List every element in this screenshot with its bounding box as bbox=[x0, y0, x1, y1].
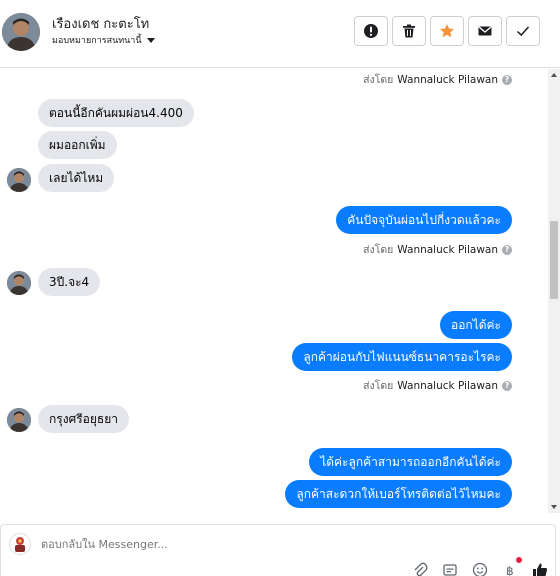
message-incoming: เลยได้ไหม bbox=[38, 164, 115, 192]
reply-input[interactable] bbox=[41, 538, 341, 551]
message-outgoing: ลูกค้าสะดวกให้เบอร์โทรติดต่อไว้ไหมคะ bbox=[285, 480, 512, 508]
conversation-header: เรืองเดช กะตะโท มอบหมายการสนทนานี้ bbox=[0, 0, 560, 68]
message-thread[interactable]: ส่งโดย Wannaluck Pilawan ? ตอนนี้อีกคันผ… bbox=[0, 69, 548, 513]
message-outgoing: ได้ค่ะลูกค้าสามารถออกอีกคันได้ค่ะ bbox=[309, 448, 512, 476]
like-button[interactable] bbox=[531, 561, 549, 576]
saved-reply-button[interactable] bbox=[441, 561, 459, 576]
mail-icon bbox=[478, 26, 492, 36]
notification-dot bbox=[516, 557, 522, 563]
composer-toolbar: ฿ bbox=[411, 557, 549, 576]
message-incoming: 3ปี.จะ4 bbox=[38, 268, 101, 296]
scroll-thumb[interactable] bbox=[550, 221, 558, 299]
message-outgoing: คันปัจจุบันผ่อนไปกี่งวดแล้วคะ bbox=[336, 206, 512, 234]
saved-reply-icon bbox=[443, 564, 457, 576]
mark-spam-button[interactable] bbox=[354, 16, 388, 46]
scroll-down-arrow-icon[interactable] bbox=[551, 505, 557, 509]
star-icon bbox=[440, 24, 454, 38]
payment-button[interactable]: ฿ bbox=[501, 557, 522, 576]
avatar bbox=[7, 408, 31, 432]
info-icon[interactable]: ? bbox=[502, 74, 512, 85]
check-icon bbox=[516, 26, 530, 37]
dollar-tag-icon: ฿ bbox=[506, 564, 514, 576]
message-outgoing: ออกได้ค่ะ bbox=[440, 311, 512, 339]
star-button[interactable] bbox=[430, 16, 464, 46]
like-icon bbox=[533, 563, 548, 576]
attach-icon bbox=[414, 562, 428, 576]
message-outgoing: ลูกค้าผ่อนกับไฟแนนซ์ธนาคารอะไรคะ bbox=[292, 343, 512, 371]
contact-name[interactable]: เรืองเดช กะตะโท bbox=[52, 13, 149, 34]
sent-by-prefix: ส่งโดย bbox=[363, 74, 394, 86]
trash-icon bbox=[403, 24, 415, 38]
info-icon[interactable]: ? bbox=[502, 380, 512, 391]
inbox-conversation: เรืองเดช กะตะโท มอบหมายการสนทนานี้ ส่งโด… bbox=[0, 0, 560, 576]
sent-by-label: ส่งโดย Wannaluck Pilawan ? bbox=[363, 241, 512, 258]
message-incoming: ผมออกเพิ่ม bbox=[38, 131, 117, 159]
avatar[interactable] bbox=[2, 13, 40, 51]
sent-by-label: ส่งโดย Wannaluck Pilawan ? bbox=[363, 377, 512, 394]
mark-done-button[interactable] bbox=[506, 16, 540, 46]
mark-unread-button[interactable] bbox=[468, 16, 502, 46]
svg-text:฿: ฿ bbox=[506, 564, 514, 576]
delete-button[interactable] bbox=[392, 16, 426, 46]
caret-down-icon bbox=[146, 37, 155, 43]
reply-composer: ฿ bbox=[0, 524, 556, 576]
assign-label: มอบหมายการสนทนานี้ bbox=[52, 36, 142, 46]
sent-by-prefix: ส่งโดย bbox=[363, 380, 394, 392]
sent-by-name: Wannaluck Pilawan bbox=[397, 243, 498, 256]
emoji-button[interactable] bbox=[471, 561, 489, 576]
scroll-up-arrow-icon[interactable] bbox=[551, 73, 557, 77]
assign-conversation-dropdown[interactable]: มอบหมายการสนทนานี้ bbox=[52, 33, 155, 47]
avatar bbox=[7, 271, 31, 295]
sent-by-label: ส่งโดย Wannaluck Pilawan ? bbox=[363, 71, 512, 88]
thread-scrollbar[interactable] bbox=[548, 69, 560, 513]
message-incoming: กรุงศรีอยุธยา bbox=[38, 405, 129, 433]
sent-by-name: Wannaluck Pilawan bbox=[397, 73, 498, 86]
sent-by-prefix: ส่งโดย bbox=[363, 244, 394, 256]
conversation-actions bbox=[354, 16, 540, 46]
avatar bbox=[7, 168, 31, 192]
attach-button[interactable] bbox=[411, 561, 429, 576]
info-icon[interactable]: ? bbox=[502, 244, 512, 255]
alert-icon bbox=[364, 24, 378, 38]
emoji-icon bbox=[472, 562, 488, 576]
page-avatar bbox=[9, 533, 31, 555]
sent-by-name: Wannaluck Pilawan bbox=[397, 379, 498, 392]
message-incoming: ตอนนี้อีกคันผมผ่อน4.400 bbox=[38, 99, 194, 127]
